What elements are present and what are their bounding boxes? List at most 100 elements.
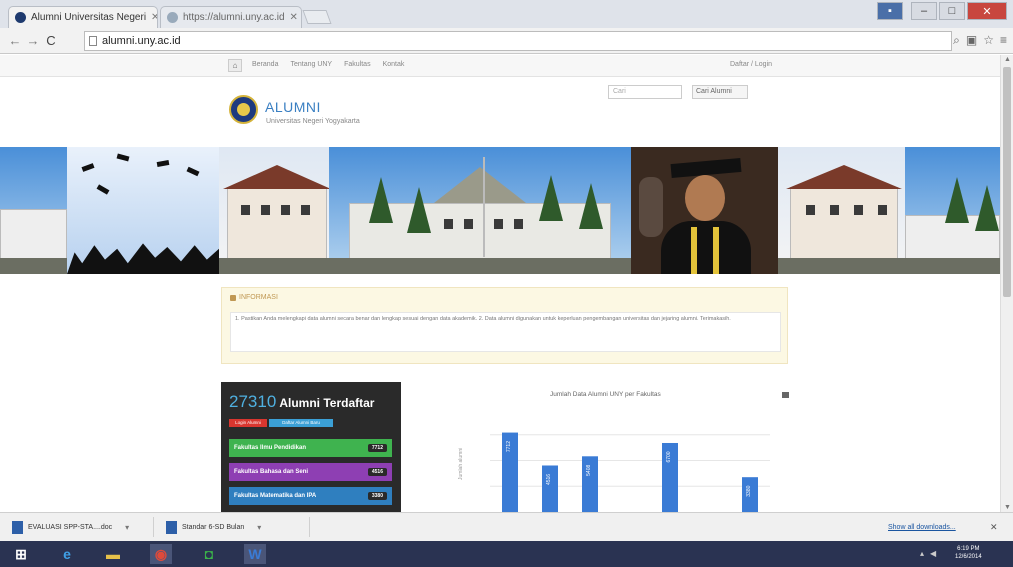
banner-graduate-portrait: [631, 147, 778, 274]
alumni-count-panel: 27310 Alumni Terdaftar Login Alumni Daft…: [221, 382, 401, 512]
info-heading: INFORMASI: [239, 294, 278, 301]
faculty-name: Fakultas Bahasa dan Seni: [234, 469, 309, 475]
page-viewport: ⌂ Beranda Tentang UNY Fakultas Kontak Da…: [0, 55, 1000, 512]
close-window-button[interactable]: ✕: [967, 2, 1007, 20]
search-alumni-button[interactable]: Cari Alumni: [692, 85, 748, 99]
word-file-icon: [12, 520, 23, 534]
forward-arrow-icon[interactable]: →: [24, 33, 42, 48]
extension-icon[interactable]: ▣: [966, 33, 977, 48]
windows-taskbar: ⊞ e ▬ ◉ ◘ W ▴ ◀ 6:19 PM 12/6/2014: [0, 541, 1013, 567]
chart-bar[interactable]: [582, 456, 598, 512]
scroll-up-icon[interactable]: ▲: [1001, 56, 1013, 63]
page-scrollbar[interactable]: ▲ ▼: [1000, 55, 1013, 512]
faculty-count: 7712: [367, 444, 387, 452]
chart-bar-value-label: 3380: [746, 485, 752, 496]
tab-alumni[interactable]: Alumni Universitas Negeri ✕: [8, 6, 158, 28]
login-link[interactable]: Daftar / Login: [730, 61, 772, 68]
word-file-icon: [166, 520, 177, 534]
download-item-2[interactable]: Standar 6-SD Bulan ▾: [160, 517, 310, 537]
faculty-row-fmipa[interactable]: Fakultas Matematika dan IPA 3380: [229, 487, 392, 505]
faculty-count: 4516: [367, 468, 387, 476]
banner-main-building: [329, 147, 631, 274]
zoom-icon[interactable]: ⌕: [953, 33, 960, 48]
browser-toolbar: ← → C alumni.uny.ac.id ⌕ ▣ ☆ ≡: [0, 28, 1013, 54]
taskbar-clock[interactable]: 6:19 PM 12/6/2014: [955, 545, 982, 561]
tab-title-2: https://alumni.uny.ac.id: [183, 12, 285, 23]
chart-svg: Jumlah alumni 7712 4516 5408 6700 3380: [458, 432, 770, 512]
faculty-name: Fakultas Matematika dan IPA: [234, 493, 317, 499]
page-favicon-icon: [167, 12, 178, 23]
network-icon[interactable]: ▴: [920, 549, 924, 558]
site-subtitle: Universitas Negeri Yogyakarta: [266, 118, 360, 125]
tab-second[interactable]: https://alumni.uny.ac.id ✕: [160, 6, 302, 28]
nav-link-4[interactable]: Kontak: [383, 61, 405, 68]
banner-graduation: [67, 147, 219, 274]
chart-bar-value-label: 4516: [546, 474, 552, 485]
volume-icon[interactable]: ◀: [930, 549, 936, 558]
alumni-favicon-icon: [15, 12, 26, 23]
download-bar: EVALUASI SPP-STA....doc ▾ Standar 6-SD B…: [0, 512, 1013, 541]
user-profile-icon[interactable]: ▪: [877, 2, 903, 20]
reload-icon[interactable]: C: [42, 33, 60, 48]
banner-building-3: [778, 147, 905, 274]
back-arrow-icon[interactable]: ←: [6, 33, 24, 48]
menu-icon[interactable]: ≡: [1000, 33, 1007, 48]
chart-bar-value-label: 5408: [586, 465, 592, 476]
chrome-icon[interactable]: ◉: [150, 544, 172, 564]
chart-bar-value-label: 7712: [506, 441, 512, 452]
close-download-bar-icon[interactable]: ✕: [990, 522, 998, 533]
hero-banner: [0, 147, 1000, 274]
site-title: ALUMNI: [265, 99, 321, 115]
info-panel: INFORMASI 1. Pastikan Anda melengkapi da…: [221, 287, 788, 364]
faculty-count: 3380: [367, 492, 387, 500]
register-alumni-badge[interactable]: Daftar Alumni Baru: [269, 419, 333, 427]
page-icon: [89, 36, 97, 46]
bookmark-star-icon[interactable]: ☆: [983, 33, 994, 48]
banner-building-2: [219, 147, 329, 274]
scrollbar-thumb[interactable]: [1003, 67, 1011, 297]
clock-date: 12/6/2014: [955, 554, 982, 560]
chevron-down-icon[interactable]: ▾: [257, 523, 261, 532]
search-input[interactable]: Cari: [608, 85, 682, 99]
site-top-nav: ⌂ Beranda Tentang UNY Fakultas Kontak Da…: [0, 55, 1000, 77]
maximize-button[interactable]: □: [939, 2, 965, 20]
nav-link-2[interactable]: Tentang UNY: [290, 61, 332, 68]
new-tab-button[interactable]: [302, 10, 332, 24]
file-explorer-icon[interactable]: ▬: [102, 544, 124, 564]
address-text: alumni.uny.ac.id: [102, 35, 181, 47]
alumni-count-number: 27310: [229, 392, 277, 411]
alumni-count-label: Alumni Terdaftar: [279, 396, 375, 410]
faculty-name: Fakultas Ilmu Pendidikan: [234, 445, 307, 451]
banner-building-left: [0, 147, 67, 274]
login-alumni-badge[interactable]: Login Alumni: [229, 419, 267, 427]
chart-y-axis-label: Jumlah alumni: [458, 448, 464, 480]
alumni-chart: Jumlah Data Alumni UNY per Fakultas Juml…: [452, 385, 792, 512]
chevron-down-icon[interactable]: ▾: [125, 523, 129, 532]
nav-link-3[interactable]: Fakultas: [344, 61, 370, 68]
nav-link-1[interactable]: Beranda: [252, 61, 278, 68]
close-tab-icon[interactable]: ✕: [151, 12, 157, 23]
word-icon[interactable]: W: [244, 544, 266, 564]
scroll-down-icon[interactable]: ▼: [1001, 504, 1013, 511]
start-windows-icon[interactable]: ⊞: [10, 544, 32, 564]
app-icon[interactable]: ◘: [198, 544, 220, 564]
tab-title: Alumni Universitas Negeri: [31, 12, 147, 23]
uny-logo[interactable]: [229, 95, 258, 124]
address-bar[interactable]: alumni.uny.ac.id: [84, 31, 952, 51]
faculty-row-fip[interactable]: Fakultas Ilmu Pendidikan 7712: [229, 439, 392, 457]
faculty-row-fbs[interactable]: Fakultas Bahasa dan Seni 4516: [229, 463, 392, 481]
chart-bar[interactable]: [542, 465, 558, 512]
home-icon[interactable]: ⌂: [228, 59, 242, 72]
system-tray: ▴ ◀: [920, 549, 936, 558]
show-all-downloads-link[interactable]: Show all downloads...: [888, 524, 956, 531]
chart-bar-value-label: 6700: [666, 451, 672, 462]
download-item-1[interactable]: EVALUASI SPP-STA....doc ▾: [6, 517, 154, 537]
close-tab-2-icon[interactable]: ✕: [290, 12, 298, 23]
minimize-button[interactable]: –: [911, 2, 937, 20]
info-icon: [230, 294, 236, 301]
clock-time: 6:19 PM: [957, 546, 980, 552]
internet-explorer-icon[interactable]: e: [56, 544, 78, 564]
download-name: EVALUASI SPP-STA....doc: [28, 523, 113, 531]
browser-titlebar: Alumni Universitas Negeri ✕ https://alum…: [0, 0, 1013, 28]
info-text: 1. Pastikan Anda melengkapi data alumni …: [230, 312, 781, 352]
